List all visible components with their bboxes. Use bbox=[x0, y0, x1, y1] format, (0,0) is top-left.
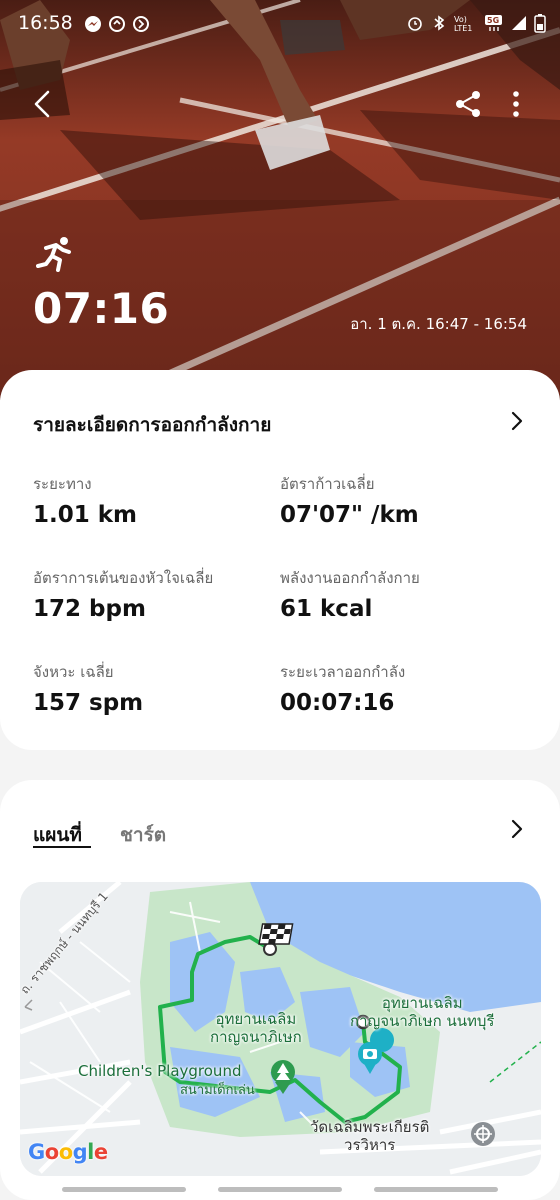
details-chevron-right-icon[interactable] bbox=[506, 410, 528, 432]
svg-text:5G: 5G bbox=[487, 16, 499, 25]
exercise-details-card: รายละเอียดการออกกำลังกาย ระยะทาง 1.01 km… bbox=[0, 370, 560, 750]
hero-header: 16:58 Vo) LTE1 5G 07:16 อา. 1 ต.ค. 16:47… bbox=[0, 0, 560, 400]
map-chevron-right-icon[interactable] bbox=[506, 818, 528, 840]
metric-value: 172 bpm bbox=[33, 596, 146, 622]
battery-icon bbox=[534, 14, 546, 33]
workout-duration: 07:16 bbox=[33, 284, 170, 333]
workout-date-range: อา. 1 ต.ค. 16:47 - 16:54 bbox=[350, 315, 527, 333]
running-track-photo bbox=[0, 0, 560, 400]
signal-app-icon bbox=[109, 16, 125, 32]
svg-text:Vo): Vo) bbox=[454, 15, 467, 24]
nav-handle-right[interactable] bbox=[374, 1187, 498, 1192]
metric-value: 1.01 km bbox=[33, 502, 138, 528]
metric-label: อัตราการเต้นของหัวใจเฉลี่ย bbox=[33, 569, 214, 587]
metric-avg-cadence: จังหวะ เฉลี่ย 157 spm bbox=[33, 660, 143, 716]
map-label-temple: วัดเฉลิมพระเกียรติ วรวิหาร bbox=[310, 1118, 430, 1154]
metric-distance: ระยะทาง 1.01 km bbox=[33, 472, 137, 528]
volte-icon: Vo) LTE1 bbox=[454, 15, 472, 32]
metric-avg-heart-rate: อัตราการเต้นของหัวใจเฉลี่ย 172 bpm bbox=[33, 566, 213, 622]
map-label-playground: Children's Playground bbox=[78, 1062, 242, 1080]
metric-label: ระยะทาง bbox=[33, 475, 92, 493]
metric-workout-time: ระยะเวลาออกกำลัง 00:07:16 bbox=[280, 660, 405, 716]
metric-avg-pace: อัตราก้าวเฉลี่ย 07'07" /km bbox=[280, 472, 419, 528]
metric-value: 61 kcal bbox=[280, 596, 373, 622]
metric-label: พลังงานออกกำลังกาย bbox=[280, 569, 420, 587]
google-logo: Google bbox=[28, 1140, 108, 1164]
5g-icon: 5G bbox=[485, 15, 502, 31]
map-label-park: อุทยานเฉลิม กาญจนาภิเษก bbox=[210, 1010, 302, 1046]
tab-chart[interactable]: ชาร์ต bbox=[120, 820, 166, 850]
status-time: 16:58 bbox=[18, 12, 73, 34]
svg-text:LTE1: LTE1 bbox=[454, 24, 472, 32]
map-label-park-east: อุทยานเฉลิม กาญจนาภิเษก นนทบุรี bbox=[350, 994, 495, 1030]
metric-value: 00:07:16 bbox=[280, 690, 395, 716]
back-button[interactable] bbox=[26, 86, 62, 122]
metric-label: อัตราก้าวเฉลี่ย bbox=[280, 475, 375, 493]
bluetooth-icon bbox=[434, 15, 445, 31]
status-bar: 16:58 Vo) LTE1 5G bbox=[0, 0, 560, 50]
metric-label: จังหวะ เฉลี่ย bbox=[33, 663, 114, 681]
route-map[interactable]: อุทยานเฉลิม กาญจนาภิเษก อุทยานเฉลิม กาญจ… bbox=[20, 882, 541, 1176]
messenger-icon bbox=[85, 16, 101, 32]
system-nav-bar bbox=[0, 1186, 560, 1200]
clock-icon bbox=[133, 16, 149, 32]
details-title: รายละเอียดการออกกำลังกาย bbox=[33, 414, 272, 436]
nav-handle-left[interactable] bbox=[62, 1187, 186, 1192]
map-label-playground-th: สนามเด็กเล่น bbox=[180, 1083, 255, 1098]
tab-active-indicator bbox=[33, 846, 91, 848]
metric-value: 157 spm bbox=[33, 690, 144, 716]
metric-value: 07'07" /km bbox=[280, 502, 419, 528]
alarm-icon bbox=[408, 17, 422, 31]
nav-handle-center[interactable] bbox=[218, 1187, 342, 1192]
signal-icon bbox=[512, 16, 526, 30]
share-button[interactable] bbox=[452, 88, 484, 120]
temple-pin-icon bbox=[471, 1122, 495, 1146]
more-options-button[interactable] bbox=[502, 88, 530, 120]
metric-calories: พลังงานออกกำลังกาย 61 kcal bbox=[280, 566, 420, 622]
map-chart-card: แผนที่ ชาร์ต อุทยานเฉลิม กาญจนาภิเษก อุท… bbox=[0, 780, 560, 1200]
running-icon bbox=[36, 237, 71, 272]
metric-label: ระยะเวลาออกกำลัง bbox=[280, 663, 406, 681]
